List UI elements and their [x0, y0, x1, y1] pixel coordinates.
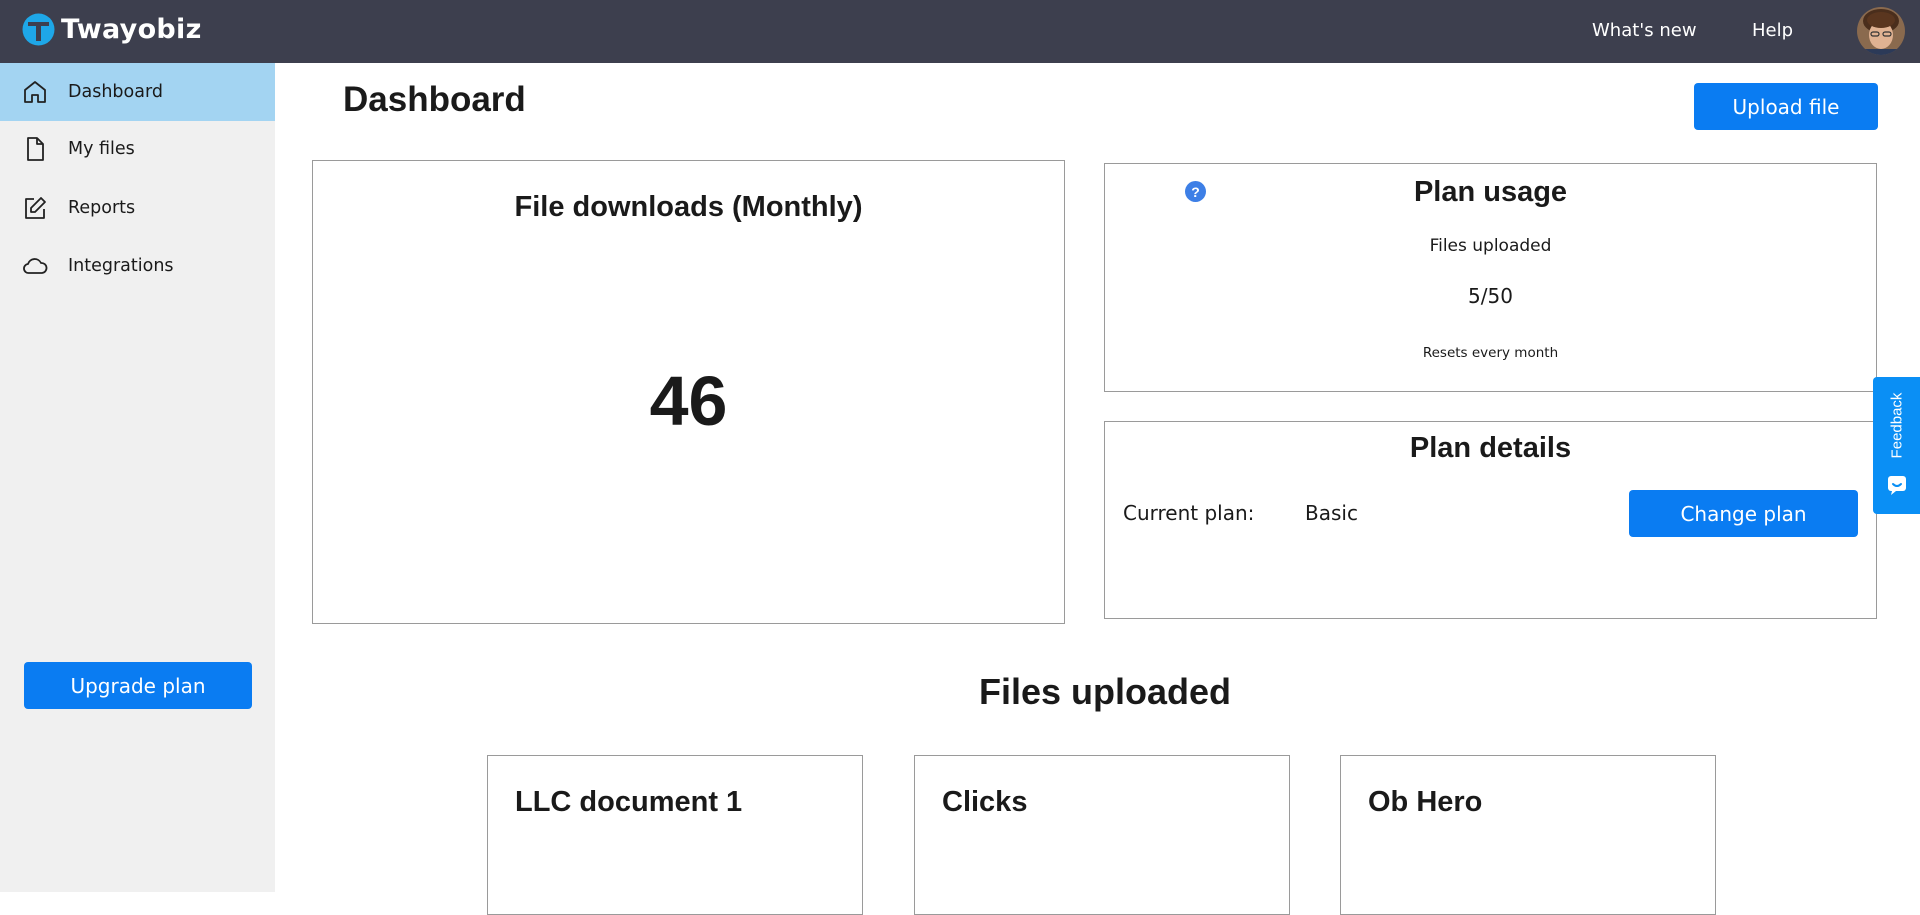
brand-name: Twayobiz — [61, 14, 202, 45]
sidebar-item-label: Reports — [68, 198, 136, 218]
sidebar-item-reports[interactable]: Reports — [0, 179, 275, 237]
sidebar-item-integrations[interactable]: Integrations — [0, 237, 275, 295]
sidebar-item-label: Integrations — [68, 256, 174, 276]
file-card[interactable]: LLC document 1 — [487, 755, 863, 915]
home-icon — [24, 81, 46, 103]
brand-logo-icon — [22, 13, 55, 46]
file-icon — [27, 137, 44, 161]
sidebar-item-label: Dashboard — [68, 82, 163, 102]
cloud-icon — [23, 258, 48, 274]
sidebar-item-my-files[interactable]: My files — [0, 120, 275, 178]
files-uploaded-heading: Files uploaded — [978, 671, 1232, 712]
file-card[interactable]: Ob Hero — [1340, 755, 1716, 915]
edit-icon — [25, 197, 46, 219]
file-card[interactable]: Clicks — [914, 755, 1290, 915]
brand[interactable]: Twayobiz — [22, 13, 202, 46]
file-card-title: Clicks — [942, 786, 1028, 818]
sidebar-item-dashboard[interactable]: Dashboard — [0, 63, 275, 121]
file-card-title: Ob Hero — [1368, 786, 1483, 818]
sidebar-item-label: My files — [68, 139, 135, 159]
sidebar: Dashboard My files Reports Integrations … — [0, 63, 275, 892]
upgrade-plan-button[interactable]: Upgrade plan — [24, 662, 252, 709]
file-card-title: LLC document 1 — [515, 786, 743, 818]
